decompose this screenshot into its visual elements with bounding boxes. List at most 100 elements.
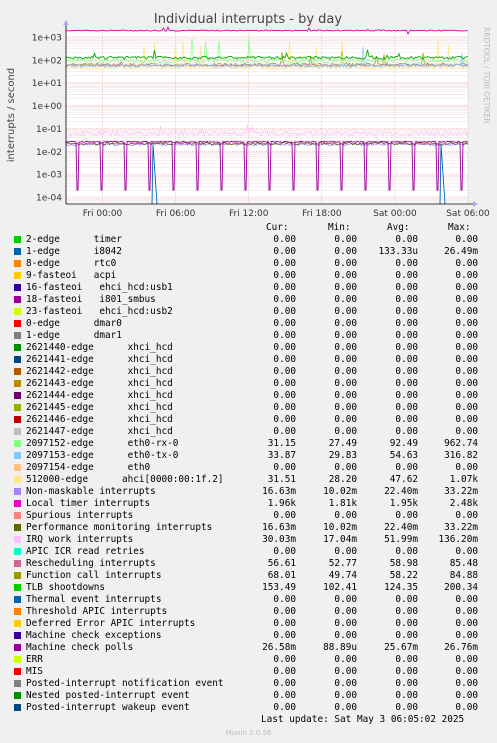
- plot-area: 1e+03 1e+02 1e+01 1e+00 1e-01 1e-02 1e-03 1e-04…: [32, 20, 490, 219]
- legend-max-value: 0.00: [455, 294, 478, 305]
- legend-max-value: 0.00: [455, 510, 478, 521]
- legend-series-name: 23-fasteoi ehci_hcd:usb2: [26, 306, 173, 317]
- legend-max-value: 0.00: [455, 390, 478, 401]
- legend-swatch: [14, 356, 21, 363]
- legend-max-value: 0.00: [455, 690, 478, 701]
- legend-cur-value: 0.00: [273, 330, 296, 341]
- legend-swatch: [14, 236, 21, 243]
- y-tick-label: 1e+03: [32, 33, 62, 43]
- legend-swatch: [14, 620, 21, 627]
- legend-series-name: Machine check exceptions: [26, 630, 162, 641]
- legend-max-value: 1.07k: [449, 474, 478, 485]
- legend-cur-value: 0.00: [273, 366, 296, 377]
- legend-max-value: 0.00: [455, 630, 478, 641]
- legend-max-value: 26.49m: [444, 246, 478, 257]
- legend-row: 2-edge timer 0.00 0.00 0.00 0.00: [0, 234, 497, 246]
- legend-min-value: 0.00: [334, 234, 357, 245]
- legend-series-name: Rescheduling interrupts: [26, 558, 156, 569]
- legend-cur-value: 0.00: [273, 618, 296, 629]
- legend-cur-value: 0.00: [273, 414, 296, 425]
- legend-cur-value: 0.00: [273, 246, 296, 257]
- legend-cur-value: 0.00: [273, 654, 296, 665]
- legend-max-value: 26.76m: [444, 642, 478, 653]
- y-tick-label: 1e-04: [36, 194, 62, 204]
- legend-swatch: [14, 680, 21, 687]
- legend-series-name: 2621446-edge xhci_hcd: [26, 414, 173, 425]
- legend-swatch: [14, 416, 21, 423]
- legend-max-value: 136.20m: [438, 534, 478, 545]
- legend-row: Rescheduling interrupts 56.61 52.77 58.98 85…: [0, 558, 497, 570]
- legend-row: 18-fasteoi i801_smbus 0.00 0.00 0.00 0.00: [0, 294, 497, 306]
- legend-row: Local timer interrupts 1.96k 1.81k 1.95k 2.4…: [0, 498, 497, 510]
- legend-cur-value: 153.49: [262, 582, 296, 593]
- legend-min-value: 1.81k: [328, 498, 357, 509]
- x-tick-label: Sat 00:00: [373, 209, 417, 219]
- legend-swatch: [14, 512, 21, 519]
- legend-swatch: [14, 572, 21, 579]
- y-tick-label: 1e+01: [32, 79, 62, 89]
- legend-min-value: 0.00: [334, 462, 357, 473]
- legend-row: 2097154-edge eth0 0.00 0.00 0.00 0.00: [0, 462, 497, 474]
- legend-row: 8-edge rtc0 0.00 0.00 0.00 0.00: [0, 258, 497, 270]
- legend-cur-value: 0.00: [273, 354, 296, 365]
- legend-series-name: Threshold APIC interrupts: [26, 606, 168, 617]
- legend-row: 512000-edge ahci[0000:00:1f.2] 31.51 28.20…: [0, 474, 497, 486]
- legend-swatch: [14, 704, 21, 711]
- legend-cur-value: 30.03m: [262, 534, 296, 545]
- legend-row: 2621447-edge xhci_hcd 0.00 0.00 0.00 0.00: [0, 426, 497, 438]
- legend-min-value: 0.00: [334, 618, 357, 629]
- legend-row: ERR 0.00 0.00 0.00 0.00: [0, 654, 497, 666]
- legend-swatch: [14, 596, 21, 603]
- legend-cur-value: 0.00: [273, 594, 296, 605]
- legend-row: Threshold APIC interrupts 0.00 0.00 0.00 0.0…: [0, 606, 497, 618]
- legend-cur-value: 0.00: [273, 510, 296, 521]
- legend-cur-value: 0.00: [273, 378, 296, 389]
- legend-swatch: [14, 464, 21, 471]
- legend-max-value: 0.00: [455, 426, 478, 437]
- legend-swatch: [14, 368, 21, 375]
- legend-min-value: 49.74: [328, 570, 357, 581]
- legend-cur-value: 0.00: [273, 258, 296, 269]
- legend-series-name: Function call interrupts: [26, 570, 162, 581]
- legend-cur-value: 0.00: [273, 630, 296, 641]
- x-tick-label: Fri 00:00: [83, 209, 123, 219]
- legend-series-name: 9-fasteoi acpi: [26, 270, 117, 281]
- legend-swatch: [14, 272, 21, 279]
- legend-swatch: [14, 584, 21, 591]
- legend-series-name: 2621441-edge xhci_hcd: [26, 354, 173, 365]
- legend-cur-value: 16.63m: [262, 522, 296, 533]
- legend-max-value: 0.00: [455, 594, 478, 605]
- legend-cur-value: 0.00: [273, 282, 296, 293]
- legend-min-value: 0.00: [334, 342, 357, 353]
- legend-row: 2621442-edge xhci_hcd 0.00 0.00 0.00 0.00: [0, 366, 497, 378]
- legend-min-value: 0.00: [334, 678, 357, 689]
- legend-min-value: 0.00: [334, 402, 357, 413]
- x-tick-label: Fri 18:00: [302, 209, 342, 219]
- legend-row: Machine check polls 26.58m 88.89u 25.67m 26.…: [0, 642, 497, 654]
- legend-swatch: [14, 452, 21, 459]
- legend-cur-value: 0.00: [273, 462, 296, 473]
- legend-series-name: 2621445-edge xhci_hcd: [26, 402, 173, 413]
- legend-row: Nested posted-interrupt event 0.00 0.00 0.0…: [0, 690, 497, 702]
- legend-row: Machine check exceptions 0.00 0.00 0.00 0.00: [0, 630, 497, 642]
- legend-swatch: [14, 248, 21, 255]
- legend-min-value: 10.02m: [323, 486, 357, 497]
- legend-swatch: [14, 392, 21, 399]
- legend-max-value: 0.00: [455, 234, 478, 245]
- x-tick-label: Fri 12:00: [229, 209, 269, 219]
- legend-max-value: 0.00: [455, 606, 478, 617]
- legend-max-value: 0.00: [455, 306, 478, 317]
- legend-swatch: [14, 332, 21, 339]
- legend-cur-value: 0.00: [273, 702, 296, 713]
- legend-min-value: 0.00: [334, 330, 357, 341]
- legend-cur-value: 0.00: [273, 318, 296, 329]
- legend-cur-value: 0.00: [273, 390, 296, 401]
- legend-cur-value: 0.00: [273, 606, 296, 617]
- legend-series-name: Local timer interrupts: [26, 498, 151, 509]
- legend-max-value: 0.00: [455, 258, 478, 269]
- legend-row: Thermal event interrupts 0.00 0.00 0.00 0.00: [0, 594, 497, 606]
- legend-min-value: 0.00: [334, 318, 357, 329]
- legend-swatch: [14, 260, 21, 267]
- legend-row: Function call interrupts 68.01 49.74 58.22 8…: [0, 570, 497, 582]
- legend-series-name: 2621442-edge xhci_hcd: [26, 366, 173, 377]
